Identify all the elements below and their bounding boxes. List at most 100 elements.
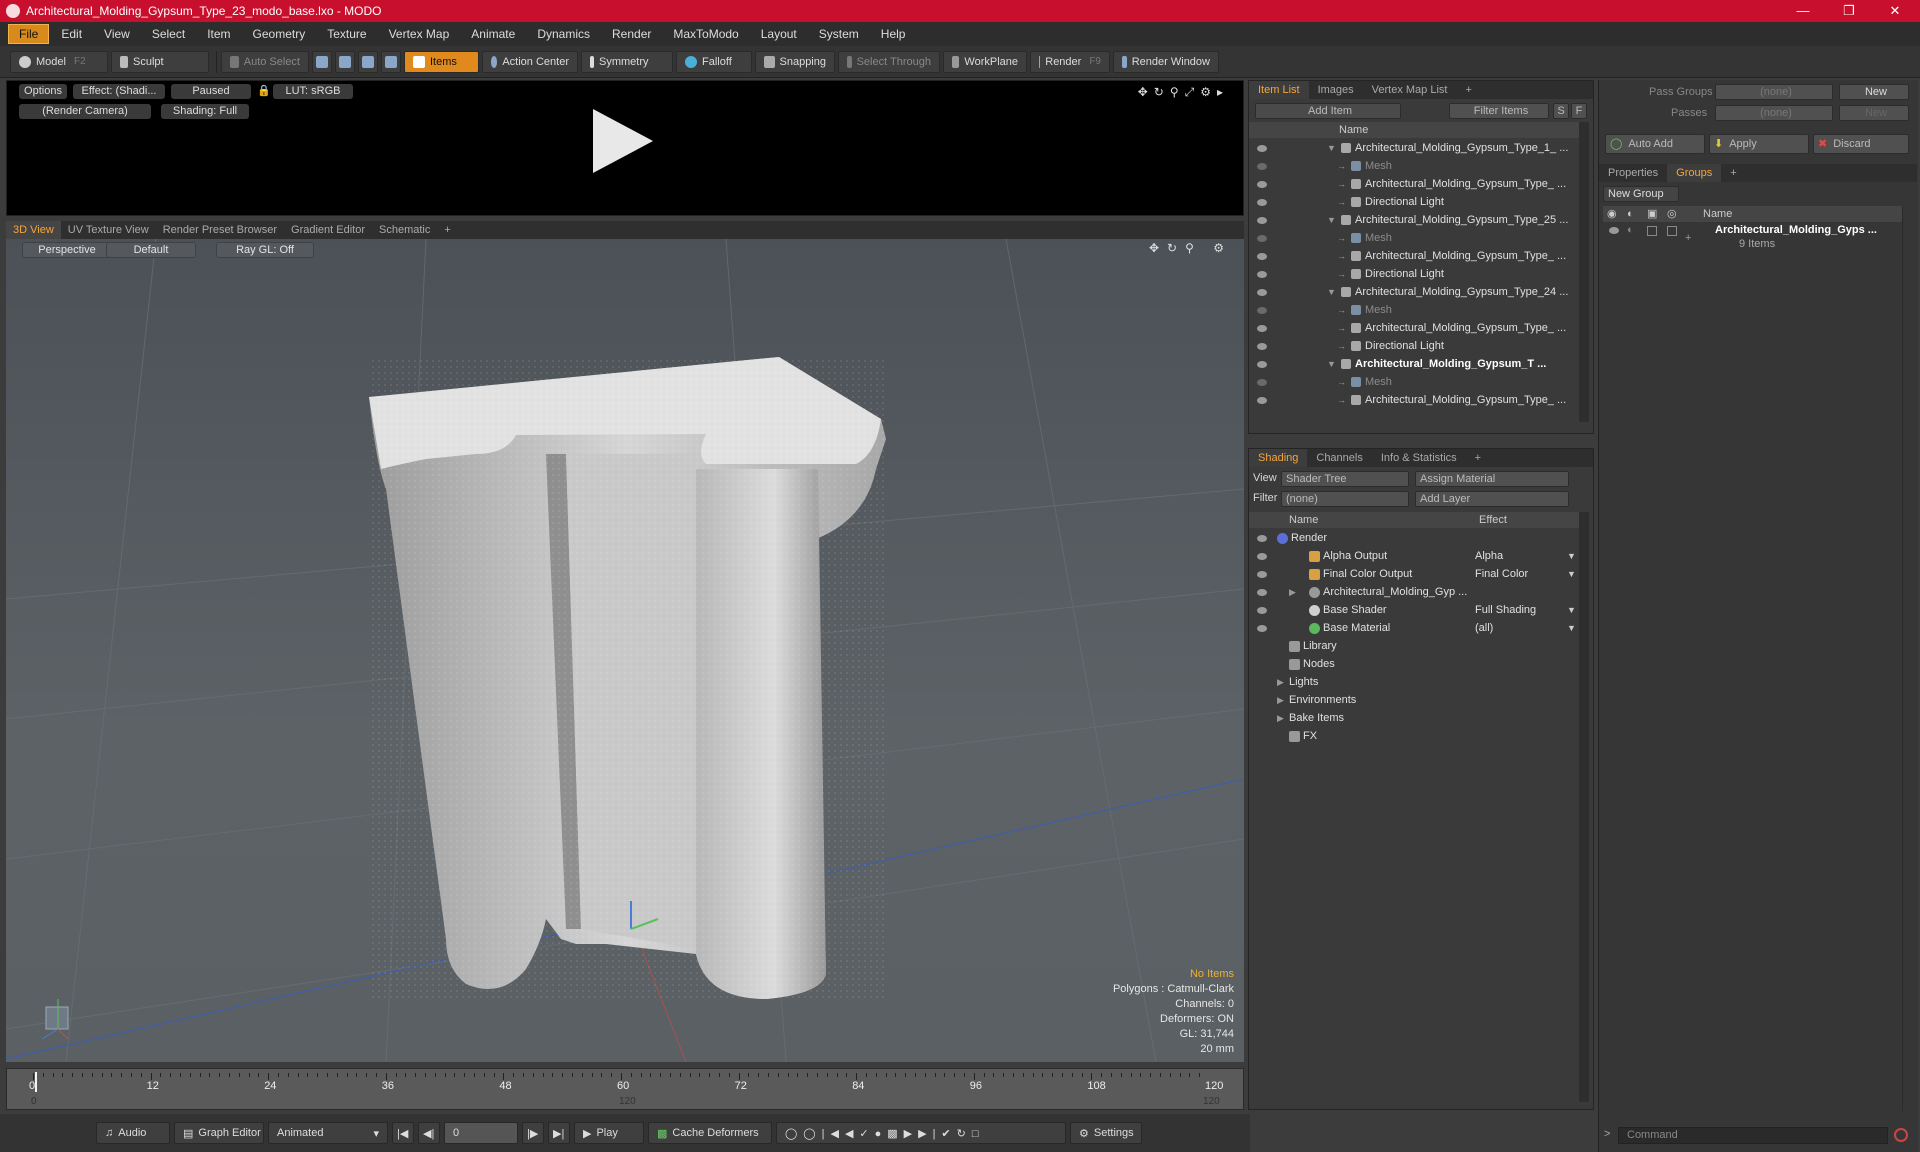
eye-icon[interactable] [1257, 397, 1267, 404]
shading-filter-dropdown[interactable]: (none) [1281, 491, 1409, 507]
molding-mesh[interactable] [369, 357, 886, 1002]
menu-maxtomodo[interactable]: MaxToModo [663, 25, 748, 43]
eye-icon[interactable] [1257, 235, 1267, 242]
snapping-button[interactable]: Snapping [755, 50, 835, 73]
shader-item[interactable]: Alpha Output Alpha ▼ [1249, 547, 1579, 565]
menu-render[interactable]: Render [602, 25, 661, 43]
eye-icon[interactable] [1257, 607, 1267, 614]
symmetry-button[interactable]: Symmetry [581, 50, 673, 73]
effect-dropdown[interactable]: Effect: (Shadi... [73, 84, 165, 99]
select-through-button[interactable]: Select Through [838, 50, 940, 73]
eye-icon[interactable] [1257, 217, 1267, 224]
apply-button[interactable]: ⬇ Apply [1709, 134, 1809, 154]
list-item[interactable]: → Mesh [1249, 301, 1579, 319]
raygl-toggle[interactable]: Ray GL: Off [216, 242, 314, 258]
eye-icon[interactable] [1257, 289, 1267, 296]
assign-material-dropdown[interactable]: Assign Material [1415, 471, 1569, 487]
shading-dropdown[interactable]: Shading: Full [161, 104, 249, 119]
lut-dropdown[interactable]: LUT: sRGB [273, 84, 353, 99]
items-mode-button[interactable]: Items [404, 50, 479, 73]
close-icon[interactable]: ✕ [1872, 0, 1918, 22]
eye-icon[interactable] [1257, 625, 1267, 632]
shader-item[interactable]: ▶ Environments [1249, 691, 1579, 709]
restore-icon[interactable]: ❐ [1826, 0, 1872, 22]
prev-key-button[interactable]: ◀| [418, 1122, 440, 1144]
new-group-button[interactable]: New Group [1603, 186, 1679, 202]
chevron-down-icon[interactable]: ▼ [1567, 619, 1576, 637]
item-list-scrollbar[interactable] [1579, 122, 1589, 422]
render-button[interactable]: Render F9 [1030, 50, 1110, 73]
new-pass-button[interactable]: New [1839, 105, 1909, 121]
shading-scrollbar[interactable] [1579, 512, 1589, 1102]
list-item[interactable]: ▼ Architectural_Molding_Gypsum_Type_24 ..… [1249, 283, 1579, 301]
tab-shading[interactable]: Shading [1249, 449, 1308, 467]
timeline[interactable]: 0 120 120 0 12 24 36 48 60 72 84 96 108 120 [6, 1068, 1244, 1110]
list-item[interactable]: ▼ Architectural_Molding_Gypsum_Type_25 ..… [1249, 211, 1579, 229]
list-item[interactable]: → Mesh [1249, 157, 1579, 175]
chevron-down-icon[interactable]: ▼ [1567, 601, 1576, 619]
falloff-button[interactable]: Falloff [676, 50, 752, 73]
shader-item[interactable]: Final Color Output Final Color ▼ [1249, 565, 1579, 583]
material-mode-button[interactable] [381, 50, 401, 73]
passes-dropdown[interactable]: (none) [1715, 105, 1833, 121]
options-button[interactable]: Options [19, 84, 67, 99]
edge-mode-button[interactable] [335, 50, 355, 73]
discard-button[interactable]: ✖ Discard [1813, 134, 1909, 154]
list-item[interactable]: → Directional Light [1249, 337, 1579, 355]
shader-item[interactable]: ▼Render [1249, 529, 1579, 547]
collapse-arrow-icon[interactable]: ▼ [1327, 283, 1336, 301]
viewport-nav-icons[interactable]: ✥↻⚲ ⚙ [1149, 241, 1232, 255]
tab-render-preset-browser[interactable]: Render Preset Browser [156, 221, 284, 239]
shader-tree-dropdown[interactable]: Shader Tree [1281, 471, 1409, 487]
expand-arrow-icon[interactable]: ▶ [1289, 583, 1296, 601]
shader-item[interactable]: Nodes [1249, 655, 1579, 673]
menu-layout[interactable]: Layout [751, 25, 807, 43]
next-key-button[interactable]: |▶ [522, 1122, 544, 1144]
graph-editor-button[interactable]: ▤ Graph Editor [174, 1122, 264, 1144]
list-item[interactable]: → Mesh [1249, 373, 1579, 391]
chevron-down-icon[interactable]: ▼ [1567, 547, 1576, 565]
lock-icon[interactable]: 🔒 [257, 84, 271, 99]
settings-button[interactable]: ⚙ Settings [1070, 1122, 1142, 1144]
tab-info-statistics[interactable]: Info & Statistics [1372, 449, 1466, 467]
eye-icon[interactable] [1257, 343, 1267, 350]
menu-file[interactable]: File [8, 24, 50, 44]
add-layer-dropdown[interactable]: Add Layer [1415, 491, 1569, 507]
menu-help[interactable]: Help [871, 25, 916, 43]
new-pass-group-button[interactable]: New [1839, 84, 1909, 100]
menu-item[interactable]: Item [197, 25, 240, 43]
filter-items-field[interactable]: Filter Items [1449, 103, 1549, 119]
menu-animate[interactable]: Animate [461, 25, 525, 43]
shader-item[interactable]: Base Material (all) ▼ [1249, 619, 1579, 637]
eye-icon[interactable] [1257, 181, 1267, 188]
eye-icon[interactable] [1257, 553, 1267, 560]
list-item[interactable]: ▼ Architectural_Molding_Gypsum_Type_1_ ..… [1249, 139, 1579, 157]
effect-value[interactable]: (all) [1475, 619, 1493, 637]
expand-arrow-icon[interactable]: ▶ [1277, 691, 1284, 709]
list-item[interactable]: → Architectural_Molding_Gypsum_Type_ ... [1249, 391, 1579, 409]
command-input[interactable]: Command [1618, 1127, 1888, 1144]
collapse-arrow-icon[interactable]: ▼ [1327, 139, 1336, 157]
key-tools-strip[interactable]: ◯◯|◀◀✓●▩▶▶|✔↻□ [776, 1122, 1066, 1144]
paused-toggle[interactable]: Paused [171, 84, 251, 99]
eye-icon[interactable] [1257, 199, 1267, 206]
frame-field[interactable]: 0 [444, 1122, 518, 1144]
eye-icon[interactable] [1257, 571, 1267, 578]
chevron-down-icon[interactable]: ▼ [1567, 565, 1576, 583]
tab-vertex-map-list[interactable]: Vertex Map List [1363, 81, 1457, 99]
list-item[interactable]: → Architectural_Molding_Gypsum_Type_ ... [1249, 247, 1579, 265]
tab-schematic[interactable]: Schematic [372, 221, 437, 239]
pass-groups-dropdown[interactable]: (none) [1715, 84, 1833, 100]
tab-uv-texture-view[interactable]: UV Texture View [61, 221, 156, 239]
eye-icon[interactable] [1257, 535, 1267, 542]
eye-icon[interactable] [1257, 307, 1267, 314]
list-item[interactable]: → Architectural_Molding_Gypsum_Type_ ... [1249, 319, 1579, 337]
list-item[interactable]: ▼ Architectural_Molding_Gypsum_T ... [1249, 355, 1579, 373]
sculpt-button[interactable]: Sculpt [111, 50, 209, 73]
view-controls-icon[interactable]: ✥↻⚲⤢⚙▸ [1138, 85, 1229, 100]
tab-groups[interactable]: Groups [1667, 164, 1722, 182]
shader-item[interactable]: FX [1249, 727, 1579, 745]
minimize-icon[interactable]: — [1780, 0, 1826, 22]
play-icon[interactable] [593, 109, 653, 173]
tab-channels[interactable]: Channels [1307, 449, 1371, 467]
